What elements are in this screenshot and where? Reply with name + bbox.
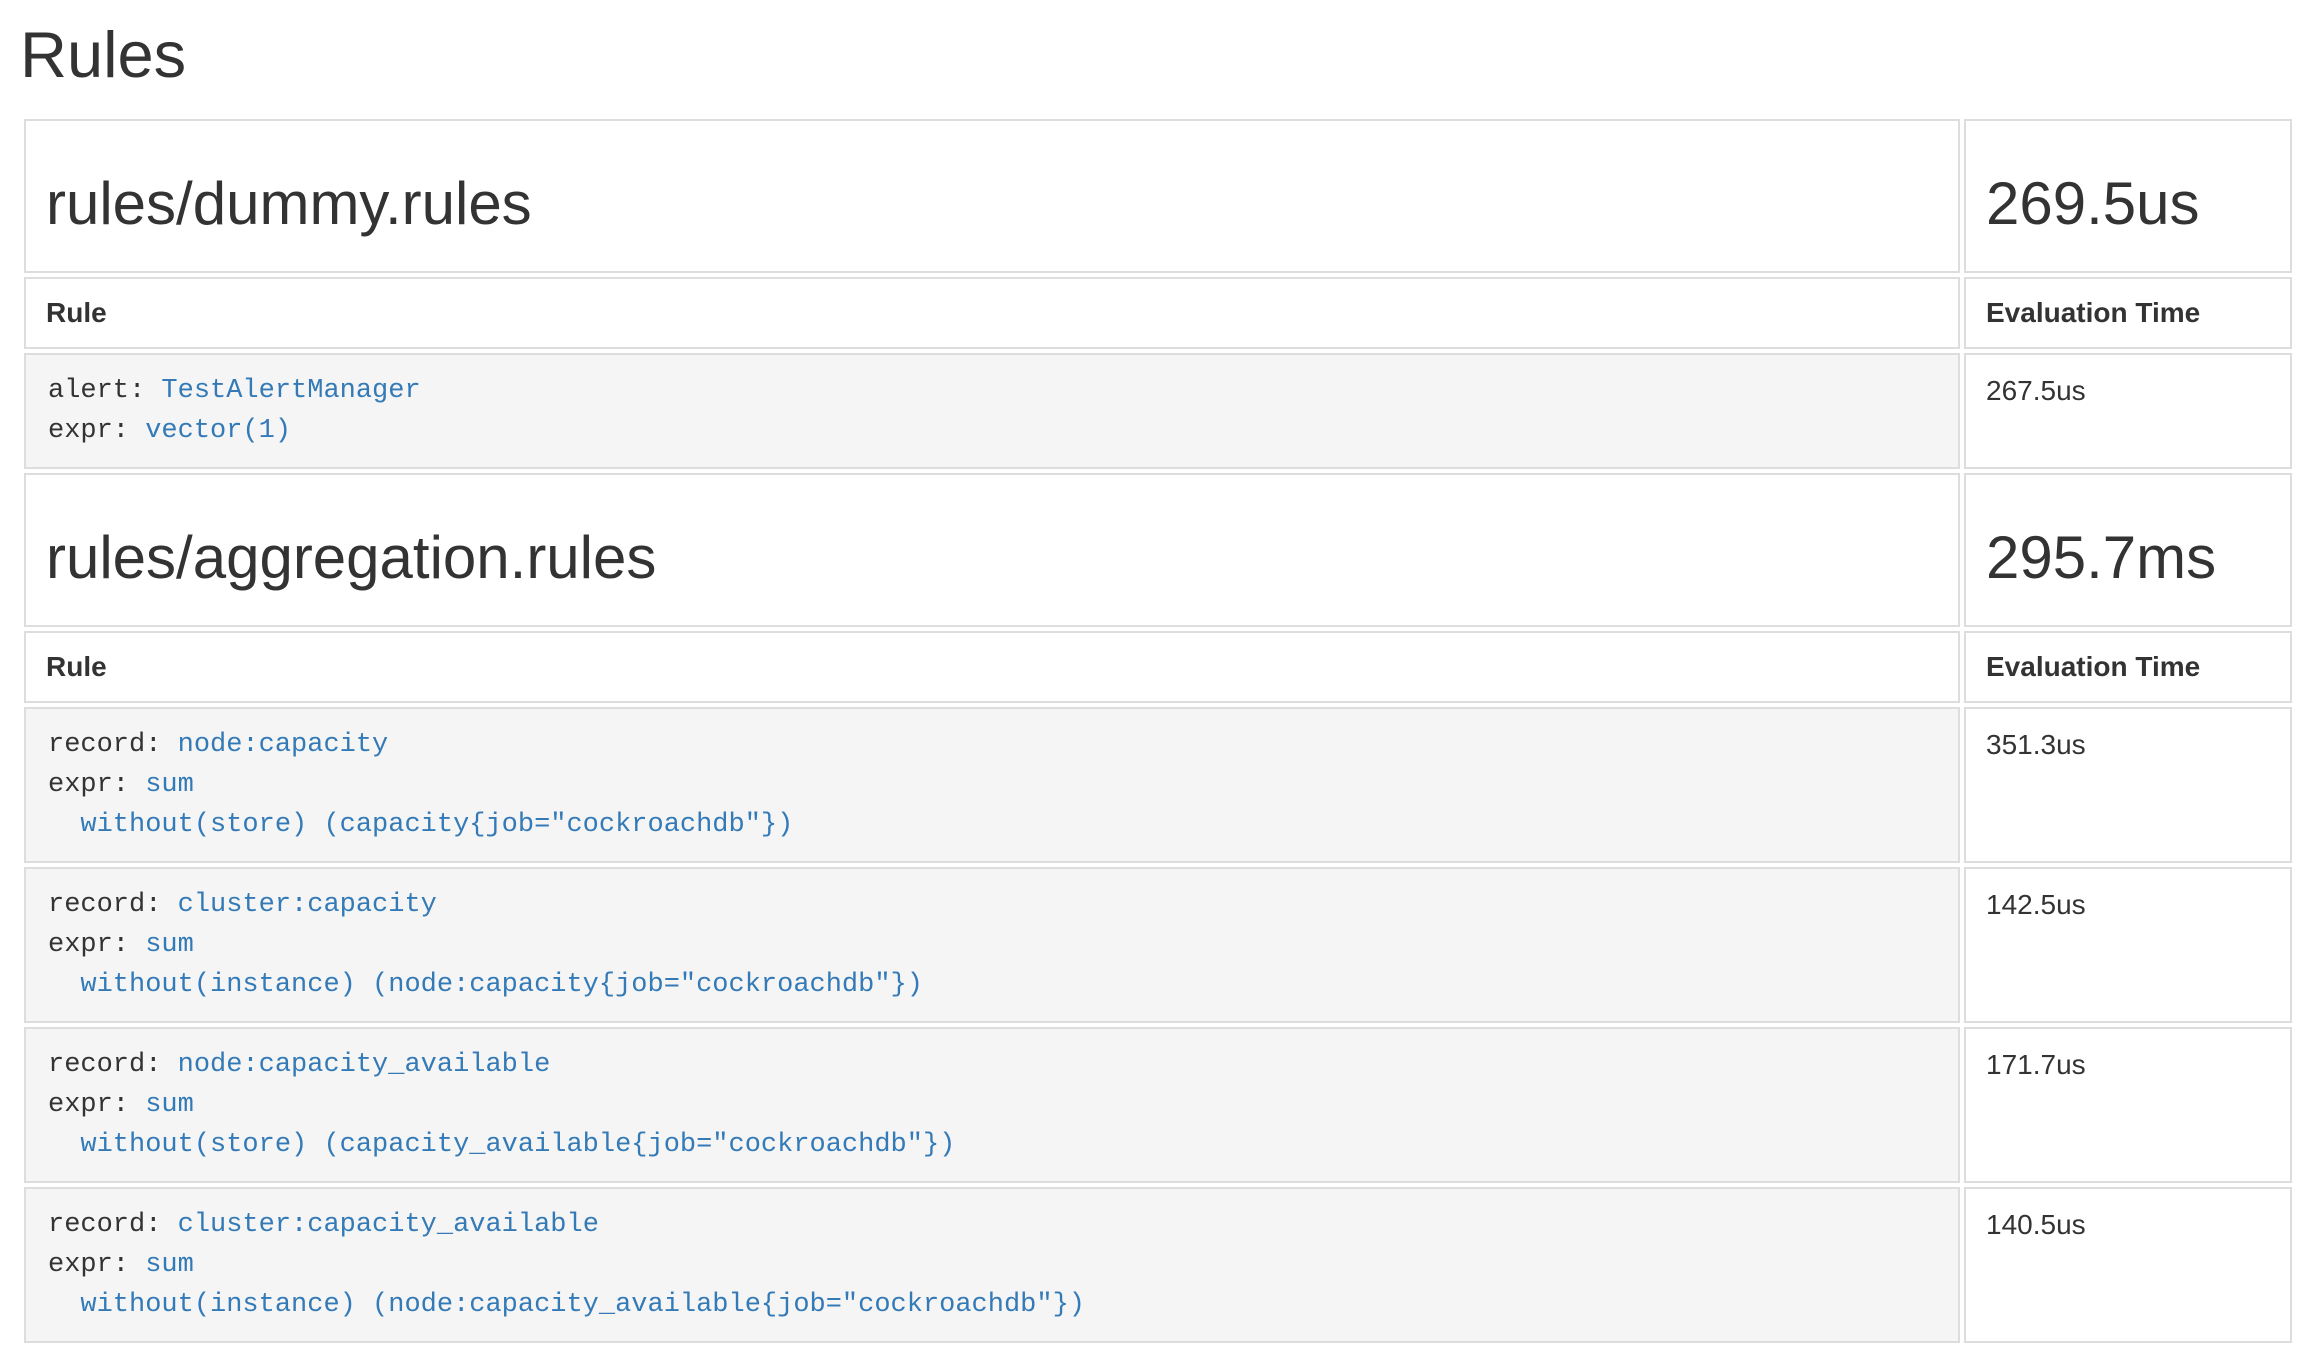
rule-group-heading-row: rules/aggregation.rules 295.7ms xyxy=(24,473,2292,627)
eval-time-column-header-cell: Evaluation Time xyxy=(1964,277,2292,349)
rule-column-header: Rule xyxy=(46,651,107,682)
rule-code-line: expr: sum xyxy=(48,1245,1936,1285)
rule-group-file-cell: rules/aggregation.rules xyxy=(24,473,1960,627)
rule-code-line: record: cluster:capacity xyxy=(48,885,1936,925)
rule-name-link[interactable]: node:capacity xyxy=(178,730,389,760)
rule-row: alert: TestAlertManagerexpr: vector(1) 2… xyxy=(24,353,2292,469)
rule-code-cell: record: cluster:capacityexpr: sum withou… xyxy=(24,867,1960,1023)
rule-group-eval-time: 295.7ms xyxy=(1986,525,2270,591)
rule-code-line: expr: vector(1) xyxy=(48,411,1936,451)
rule-code-keyword: record: xyxy=(48,1050,178,1080)
rule-expr-link[interactable]: without(store) (capacity{job="cockroachd… xyxy=(48,810,793,840)
rule-group-file-name: rules/dummy.rules xyxy=(46,171,1938,237)
rule-column-header: Rule xyxy=(46,297,107,328)
rule-group-heading-row: rules/dummy.rules 269.5us xyxy=(24,119,2292,273)
rule-expr-link[interactable]: sum xyxy=(145,1090,194,1120)
rule-group-eval-time-cell: 295.7ms xyxy=(1964,473,2292,627)
rule-eval-time: 140.5us xyxy=(1964,1187,2292,1343)
rule-code-line: without(instance) (node:capacity{job="co… xyxy=(48,965,1936,1005)
rule-code-line: expr: sum xyxy=(48,1085,1936,1125)
rule-name-link[interactable]: TestAlertManager xyxy=(161,376,420,406)
rule-group-eval-time: 269.5us xyxy=(1986,171,2270,237)
rule-code-cell: record: node:capacityexpr: sum without(s… xyxy=(24,707,1960,863)
rule-code-keyword: expr: xyxy=(48,1250,145,1280)
rule-group-eval-time-cell: 269.5us xyxy=(1964,119,2292,273)
rule-column-header-cell: Rule xyxy=(24,277,1960,349)
rule-eval-time: 267.5us xyxy=(1964,353,2292,469)
rule-expr-link[interactable]: sum xyxy=(145,770,194,800)
rule-expr-link[interactable]: sum xyxy=(145,1250,194,1280)
column-header-row: Rule Evaluation Time xyxy=(24,631,2292,703)
eval-time-column-header: Evaluation Time xyxy=(1986,297,2200,328)
rules-page: Rules rules/dummy.rules 269.5us Rule Eva… xyxy=(0,18,2316,1347)
rule-eval-time: 142.5us xyxy=(1964,867,2292,1023)
rule-code-line: expr: sum xyxy=(48,765,1936,805)
rule-code-keyword: expr: xyxy=(48,930,145,960)
rule-expr-link[interactable]: sum xyxy=(145,930,194,960)
rule-code-keyword: record: xyxy=(48,890,178,920)
rule-code-line: alert: TestAlertManager xyxy=(48,371,1936,411)
rule-code-keyword: expr: xyxy=(48,770,145,800)
rule-code-line: record: cluster:capacity_available xyxy=(48,1205,1936,1245)
rule-row: record: node:capacityexpr: sum without(s… xyxy=(24,707,2292,863)
rules-table: rules/dummy.rules 269.5us Rule Evaluatio… xyxy=(20,115,2296,1347)
rule-code-line: without(store) (capacity{job="cockroachd… xyxy=(48,805,1936,845)
rule-name-link[interactable]: cluster:capacity xyxy=(178,890,437,920)
rule-code-line: record: node:capacity_available xyxy=(48,1045,1936,1085)
rule-code-line: record: node:capacity xyxy=(48,725,1936,765)
rule-code-keyword: expr: xyxy=(48,1090,145,1120)
rule-row: record: node:capacity_availableexpr: sum… xyxy=(24,1027,2292,1183)
rule-expr-link[interactable]: without(store) (capacity_available{job="… xyxy=(48,1130,955,1160)
rule-expr-link[interactable]: without(instance) (node:capacity{job="co… xyxy=(48,970,923,1000)
rule-expr-link[interactable]: without(instance) (node:capacity_availab… xyxy=(48,1290,1085,1320)
rule-column-header-cell: Rule xyxy=(24,631,1960,703)
rule-code-keyword: record: xyxy=(48,730,178,760)
rule-eval-time: 351.3us xyxy=(1964,707,2292,863)
page-title: Rules xyxy=(20,18,2296,93)
rule-code-line: expr: sum xyxy=(48,925,1936,965)
rule-code-keyword: record: xyxy=(48,1210,178,1240)
rule-code-cell: record: node:capacity_availableexpr: sum… xyxy=(24,1027,1960,1183)
rule-code-cell: record: cluster:capacity_availableexpr: … xyxy=(24,1187,1960,1343)
rule-group-file-cell: rules/dummy.rules xyxy=(24,119,1960,273)
rule-name-link[interactable]: node:capacity_available xyxy=(178,1050,551,1080)
rule-group-file-name: rules/aggregation.rules xyxy=(46,525,1938,591)
rule-row: record: cluster:capacityexpr: sum withou… xyxy=(24,867,2292,1023)
eval-time-column-header: Evaluation Time xyxy=(1986,651,2200,682)
rule-code-keyword: alert: xyxy=(48,376,161,406)
eval-time-column-header-cell: Evaluation Time xyxy=(1964,631,2292,703)
rule-expr-link[interactable]: vector(1) xyxy=(145,416,291,446)
rule-row: record: cluster:capacity_availableexpr: … xyxy=(24,1187,2292,1343)
rule-code-cell: alert: TestAlertManagerexpr: vector(1) xyxy=(24,353,1960,469)
rule-code-line: without(instance) (node:capacity_availab… xyxy=(48,1285,1936,1325)
column-header-row: Rule Evaluation Time xyxy=(24,277,2292,349)
rule-code-keyword: expr: xyxy=(48,416,145,446)
rule-name-link[interactable]: cluster:capacity_available xyxy=(178,1210,599,1240)
rule-eval-time: 171.7us xyxy=(1964,1027,2292,1183)
rule-code-line: without(store) (capacity_available{job="… xyxy=(48,1125,1936,1165)
